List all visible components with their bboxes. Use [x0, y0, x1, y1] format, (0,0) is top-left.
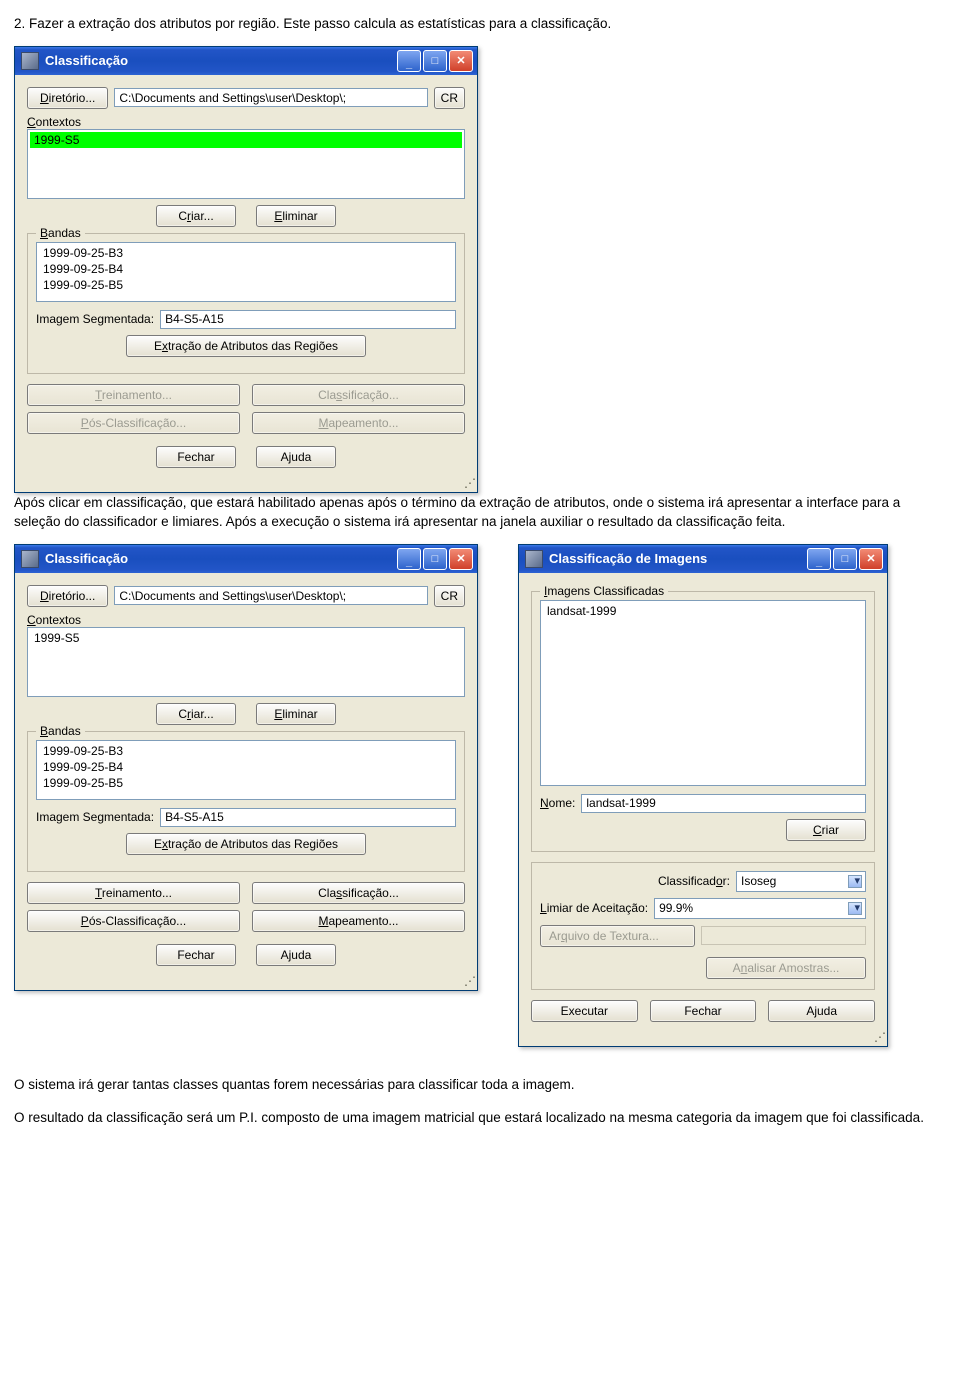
fechar-button[interactable]: Fechar: [156, 446, 236, 468]
list-item[interactable]: 1999-09-25-B5: [39, 277, 453, 293]
maximize-button[interactable]: □: [833, 548, 857, 570]
posclass-button[interactable]: Pós-Classificação...: [27, 910, 240, 932]
directory-button[interactable]: Diretório...: [27, 585, 108, 607]
contextos-label: Contextos: [27, 115, 465, 129]
list-item[interactable]: 1999-S5: [30, 132, 462, 148]
app-icon: [525, 550, 543, 568]
directory-button[interactable]: Diretório...: [27, 87, 108, 109]
ajuda-button[interactable]: Ajuda: [768, 1000, 875, 1022]
minimize-button[interactable]: _: [397, 50, 421, 72]
imgseg-label: Imagem Segmentada:: [36, 312, 154, 326]
minimize-button[interactable]: _: [397, 548, 421, 570]
ajuda-button[interactable]: Ajuda: [256, 944, 336, 966]
close-button[interactable]: ✕: [859, 548, 883, 570]
app-icon: [21, 52, 39, 70]
analisar-button[interactable]: Analisar Amostras...: [706, 957, 866, 979]
treinamento-button[interactable]: Treinamento...: [27, 384, 240, 406]
directory-input[interactable]: [114, 88, 427, 107]
arquivo-textura-button[interactable]: Arquivo de Textura...: [540, 925, 695, 947]
resize-grip[interactable]: ⋰: [15, 974, 477, 990]
footer-text-2: O resultado da classificação será um P.I…: [14, 1108, 946, 1128]
list-item[interactable]: 1999-09-25-B4: [39, 759, 453, 775]
nome-label: Nome:: [540, 796, 575, 810]
bandas-legend: Bandas: [36, 226, 85, 240]
imagens-legend: Imagens Classificadas: [540, 584, 668, 598]
bandas-group: Bandas 1999-09-25-B3 1999-09-25-B4 1999-…: [27, 233, 465, 374]
fechar-button[interactable]: Fechar: [156, 944, 236, 966]
classificador-combo[interactable]: Isoseg: [736, 871, 866, 892]
limiar-combo[interactable]: 99.9%: [654, 898, 866, 919]
criar-button[interactable]: Criar...: [156, 205, 236, 227]
close-button[interactable]: ✕: [449, 50, 473, 72]
window-classificacao-selected: Classificação _ □ ✕ Diretório... CR Cont…: [14, 46, 478, 493]
window-title: Classificação de Imagens: [549, 551, 807, 566]
window-title: Classificação: [45, 551, 397, 566]
imgseg-label: Imagem Segmentada:: [36, 810, 154, 824]
imagens-group: Imagens Classificadas landsat-1999 Nome:…: [531, 591, 875, 852]
list-item[interactable]: 1999-09-25-B4: [39, 261, 453, 277]
window-title: Classificação: [45, 53, 397, 68]
app-icon: [21, 550, 39, 568]
bandas-legend: Bandas: [36, 724, 85, 738]
resize-grip[interactable]: ⋰: [15, 476, 477, 492]
extracao-button[interactable]: Extração de Atributos das Regiões: [126, 335, 366, 357]
contextos-list[interactable]: 1999-S5: [27, 627, 465, 697]
extracao-button[interactable]: Extração de Atributos das Regiões: [126, 833, 366, 855]
directory-input[interactable]: [114, 586, 427, 605]
list-item[interactable]: landsat-1999: [543, 603, 863, 619]
titlebar[interactable]: Classificação _ □ ✕: [15, 545, 477, 573]
list-item[interactable]: 1999-09-25-B3: [39, 245, 453, 261]
list-item[interactable]: 1999-S5: [30, 630, 462, 646]
mapeamento-button[interactable]: Mapeamento...: [252, 412, 465, 434]
bandas-group: Bandas 1999-09-25-B3 1999-09-25-B4 1999-…: [27, 731, 465, 872]
imagens-list[interactable]: landsat-1999: [540, 600, 866, 786]
executar-button[interactable]: Executar: [531, 1000, 638, 1022]
eliminar-button[interactable]: Eliminar: [256, 205, 336, 227]
eliminar-button[interactable]: Eliminar: [256, 703, 336, 725]
bandas-list[interactable]: 1999-09-25-B3 1999-09-25-B4 1999-09-25-B…: [36, 740, 456, 800]
mapeamento-button[interactable]: Mapeamento...: [252, 910, 465, 932]
close-button[interactable]: ✕: [449, 548, 473, 570]
bandas-list[interactable]: 1999-09-25-B3 1999-09-25-B4 1999-09-25-B…: [36, 242, 456, 302]
instruction-middle: Após clicar em classificação, que estará…: [14, 493, 946, 532]
list-item[interactable]: 1999-09-25-B3: [39, 743, 453, 759]
classifier-group: Classificador: Isoseg Limiar de Aceitaçã…: [531, 862, 875, 990]
titlebar[interactable]: Classificação de Imagens _ □ ✕: [519, 545, 887, 573]
arquivo-textura-input: [701, 926, 866, 945]
imgseg-input[interactable]: [160, 808, 456, 827]
classificacao-button[interactable]: Classificação...: [252, 384, 465, 406]
nome-input[interactable]: [581, 794, 866, 813]
contextos-list[interactable]: 1999-S5: [27, 129, 465, 199]
footer-text-1: O sistema irá gerar tantas classes quant…: [14, 1075, 946, 1095]
posclass-button[interactable]: Pós-Classificação...: [27, 412, 240, 434]
window-classificacao: Classificação _ □ ✕ Diretório... CR Cont…: [14, 544, 478, 991]
minimize-button[interactable]: _: [807, 548, 831, 570]
limiar-label: Limiar de Aceitação:: [540, 901, 648, 915]
classificador-label: Classificador:: [658, 874, 730, 888]
treinamento-button[interactable]: Treinamento...: [27, 882, 240, 904]
cr-button[interactable]: CR: [434, 585, 465, 607]
ajuda-button[interactable]: Ajuda: [256, 446, 336, 468]
contextos-label: Contextos: [27, 613, 465, 627]
window-classificacao-imagens: Classificação de Imagens _ □ ✕ Imagens C…: [518, 544, 888, 1047]
maximize-button[interactable]: □: [423, 548, 447, 570]
criar-button[interactable]: Criar: [786, 819, 866, 841]
resize-grip[interactable]: ⋰: [519, 1030, 887, 1046]
classificacao-button[interactable]: Classificação...: [252, 882, 465, 904]
fechar-button[interactable]: Fechar: [650, 1000, 757, 1022]
instruction-step-2: 2. Fazer a extração dos atributos por re…: [14, 14, 946, 34]
imgseg-input[interactable]: [160, 310, 456, 329]
cr-button[interactable]: CR: [434, 87, 465, 109]
list-item[interactable]: 1999-09-25-B5: [39, 775, 453, 791]
titlebar[interactable]: Classificação _ □ ✕: [15, 47, 477, 75]
maximize-button[interactable]: □: [423, 50, 447, 72]
criar-button[interactable]: Criar...: [156, 703, 236, 725]
